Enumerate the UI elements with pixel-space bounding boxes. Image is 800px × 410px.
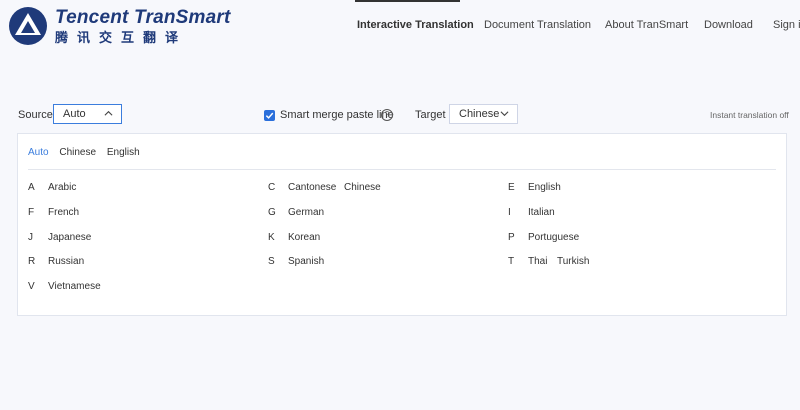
logo-english-text: Tencent TranSmart [55,7,231,28]
language-option-portuguese[interactable]: Portuguese [528,232,579,243]
group-letter: P [508,232,515,243]
language-option-arabic[interactable]: Arabic [48,182,76,193]
quick-option-auto[interactable]: Auto [28,147,49,158]
group-letter: T [508,256,515,267]
nav-interactive-translation[interactable]: Interactive Translation [357,19,474,31]
language-controls: Source Auto Smart merge paste line ? Tar… [0,100,800,130]
language-option-japanese[interactable]: Japanese [48,232,91,243]
source-language-select[interactable]: Auto [53,104,122,124]
nav-sign-in[interactable]: Sign in [773,19,800,31]
source-label: Source [18,109,53,121]
target-label: Target [415,109,446,121]
dropdown-divider [28,169,776,170]
source-language-dropdown: Auto Chinese English A Arabic F French J… [17,133,787,316]
language-option-thai[interactable]: Thai [528,256,547,267]
top-header: Tencent TranSmart 腾讯交互翻译 Interactive Tra… [0,0,800,60]
nav-download[interactable]: Download [704,19,753,31]
instant-translation-toggle[interactable]: Instant translation off [710,110,789,120]
language-option-italian[interactable]: Italian [528,207,555,218]
language-option-french[interactable]: French [48,207,79,218]
language-option-russian[interactable]: Russian [48,256,84,267]
language-option-german[interactable]: German [288,207,324,218]
group-letter: S [268,256,275,267]
group-letter: E [508,182,515,193]
group-letter: R [28,256,36,267]
nav-document-translation[interactable]: Document Translation [484,19,591,31]
chevron-down-icon [500,111,509,117]
language-option-turkish[interactable]: Turkish [557,256,589,267]
checkmark-icon [265,112,274,119]
language-option-spanish[interactable]: Spanish [288,256,324,267]
target-select-value: Chinese [459,108,500,120]
language-option-vietnamese[interactable]: Vietnamese [48,281,101,292]
quick-option-english[interactable]: English [107,147,140,158]
language-option-chinese[interactable]: Chinese [344,182,381,193]
group-letter: K [268,232,275,243]
logo-chinese-text: 腾讯交互翻译 [55,30,188,45]
quick-language-options: Auto Chinese English [28,147,148,158]
chevron-up-icon [104,110,113,116]
group-letter: A [28,182,35,193]
tencent-transmart-logo[interactable]: Tencent TranSmart 腾讯交互翻译 [8,6,231,46]
smart-merge-checkbox[interactable] [264,110,275,121]
transmart-logo-icon [9,7,47,45]
group-letter: I [508,207,511,218]
language-option-korean[interactable]: Korean [288,232,320,243]
language-option-english[interactable]: English [528,182,561,193]
smart-merge-label: Smart merge paste line [280,109,394,121]
nav-about-transmart[interactable]: About TranSmart [605,19,688,31]
source-select-value: Auto [63,108,86,120]
group-letter: G [268,207,276,218]
group-letter: F [28,207,35,218]
group-letter: V [28,281,35,292]
language-option-cantonese[interactable]: Cantonese [288,182,336,193]
group-letter: C [268,182,276,193]
active-nav-indicator [355,0,460,2]
group-letter: J [28,232,33,243]
quick-option-chinese[interactable]: Chinese [59,147,96,158]
target-language-select[interactable]: Chinese [449,104,518,124]
help-question-icon[interactable]: ? [381,109,393,121]
